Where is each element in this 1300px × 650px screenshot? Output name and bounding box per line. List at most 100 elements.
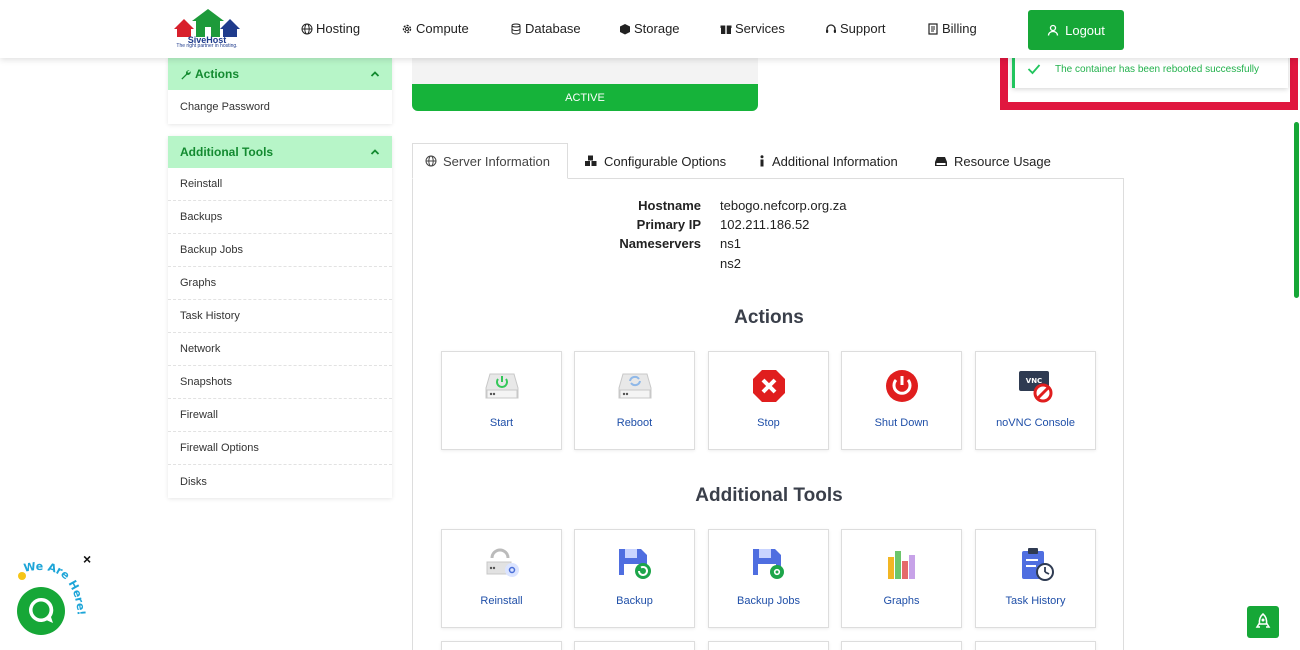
card-label: Reboot (616, 417, 653, 429)
nav-label: Compute (416, 21, 469, 36)
tab-configurable-options[interactable]: Configurable Options (584, 143, 726, 179)
nav-label: Billing (942, 21, 977, 36)
sidebar-actions-panel: Actions Change Password (168, 58, 392, 124)
wrench-icon (181, 69, 191, 80)
sidebar-item-backups[interactable]: Backups (168, 201, 392, 234)
nav-hosting[interactable]: Hosting (301, 21, 360, 36)
clipboard-clock-icon (1021, 548, 1054, 581)
reboot-card[interactable]: Reboot (574, 351, 695, 450)
nav-label: Database (525, 21, 581, 36)
tab-additional-information[interactable]: Additional Information (758, 143, 898, 179)
nav-label: Support (840, 21, 886, 36)
vnc-badge-text: VNC (1025, 377, 1041, 385)
server-tabs: Server Information Configurable Options … (412, 143, 1124, 179)
nav-database[interactable]: Database (510, 21, 581, 36)
tab-label: Resource Usage (954, 153, 1051, 169)
nameserver-2: ns2 (720, 256, 741, 271)
info-icon (760, 155, 764, 167)
chat-button[interactable] (17, 587, 65, 635)
server-status-box: ACTIVE (412, 58, 758, 111)
card-label: noVNC Console (996, 417, 1075, 429)
page-scrollbar[interactable] (1292, 0, 1300, 650)
sidebar-item-snapshots[interactable]: Snapshots (168, 366, 392, 399)
bar-chart-icon (887, 551, 915, 579)
sidebar-item-reinstall[interactable]: Reinstall (168, 168, 392, 201)
tool-card-partial[interactable] (574, 641, 695, 650)
sidebar-tools-title: Additional Tools (180, 145, 274, 159)
novnc-console-card[interactable]: VNC noVNC Console (975, 351, 1096, 450)
tab-resource-usage[interactable]: Resource Usage (934, 143, 1051, 179)
card-label: Stop (757, 417, 780, 429)
task-history-card[interactable]: Task History (975, 529, 1096, 628)
gift-icon (720, 25, 732, 34)
cubes-icon (585, 155, 597, 166)
primary-ip-label: Primary IP (636, 217, 701, 232)
sidebar-item-firewall[interactable]: Firewall (168, 399, 392, 432)
chat-bubble-icon (29, 597, 54, 623)
tab-label: Configurable Options (604, 153, 727, 169)
card-label: Backup (616, 595, 653, 607)
sidebar-item-graphs[interactable]: Graphs (168, 267, 392, 300)
shutdown-card[interactable]: Shut Down (841, 351, 962, 450)
sidebar-item-network[interactable]: Network (168, 333, 392, 366)
card-label: Reinstall (480, 595, 523, 607)
additional-tools-heading: Additional Tools (695, 485, 843, 506)
nav-label: Storage (634, 21, 680, 36)
card-label: Task History (1005, 595, 1066, 607)
reinstall-card[interactable]: Reinstall (441, 529, 562, 628)
scrollbar-thumb[interactable] (1294, 122, 1299, 298)
back-to-top-button[interactable] (1247, 606, 1279, 638)
sidebar-item-change-password[interactable]: Change Password (168, 90, 392, 124)
sidebar-item-task-history[interactable]: Task History (168, 300, 392, 333)
floppy-backup-icon (618, 549, 651, 579)
logout-label: Logout (1065, 22, 1105, 38)
backup-jobs-card[interactable]: Backup Jobs (708, 529, 829, 628)
server-info-panel: Hostname tebogo.nefcorp.org.za Primary I… (412, 178, 1124, 650)
card-label: Start (489, 417, 514, 429)
backup-card[interactable]: Backup (574, 529, 695, 628)
floppy-jobs-icon (752, 549, 784, 579)
graphs-card[interactable]: Graphs (841, 529, 962, 628)
sidebar-item-backup-jobs[interactable]: Backup Jobs (168, 234, 392, 267)
gear-icon (402, 24, 412, 33)
vnc-console-icon: VNC (1018, 371, 1052, 403)
sidebar-tools-header[interactable]: Additional Tools (168, 136, 392, 168)
nav-billing[interactable]: Billing (927, 21, 977, 36)
nav-storage[interactable]: Storage (619, 21, 680, 36)
globe-icon (301, 23, 313, 34)
primary-ip-value: 102.211.186.52 (720, 217, 810, 232)
user-icon (1047, 24, 1059, 36)
cube-icon (620, 23, 630, 34)
card-label: Backup Jobs (737, 595, 800, 607)
hostname-value: tebogo.nefcorp.org.za (720, 198, 847, 213)
sidebar-actions-header[interactable]: Actions (168, 58, 392, 90)
logout-button[interactable]: Logout (1028, 10, 1124, 50)
sidebar-item-disks[interactable]: Disks (168, 465, 392, 498)
tool-card-partial[interactable] (975, 641, 1096, 650)
nav-compute[interactable]: Compute (401, 21, 469, 36)
chevron-up-icon (370, 71, 380, 77)
nav-support[interactable]: Support (825, 21, 886, 36)
stop-card[interactable]: Stop (708, 351, 829, 450)
status-badge: ACTIVE (412, 84, 758, 111)
start-card[interactable]: Start (441, 351, 562, 450)
brand-tagline: The right partner in hosting. (176, 43, 238, 49)
tool-card-partial[interactable] (841, 641, 962, 650)
nameservers-label: Nameservers (619, 236, 701, 251)
card-label: Graphs (883, 595, 920, 607)
power-server-icon (485, 373, 518, 399)
sidebar-item-firewall-options[interactable]: Firewall Options (168, 432, 392, 465)
card-label: Shut Down (874, 417, 929, 429)
nav-services[interactable]: Services (720, 21, 785, 36)
reinstall-icon (486, 548, 519, 577)
nav-label: Services (735, 21, 785, 36)
nameserver-1: ns1 (720, 236, 741, 251)
sidebar-tools-panel: Additional Tools Reinstall Backups Backu… (168, 136, 392, 498)
power-icon (885, 370, 918, 402)
invoice-icon (928, 22, 938, 35)
tool-card-partial[interactable] (708, 641, 829, 650)
nav-label: Hosting (316, 21, 361, 36)
tab-server-information[interactable]: Server Information (412, 143, 568, 179)
check-icon (1027, 64, 1041, 75)
tool-card-partial[interactable] (441, 641, 562, 650)
